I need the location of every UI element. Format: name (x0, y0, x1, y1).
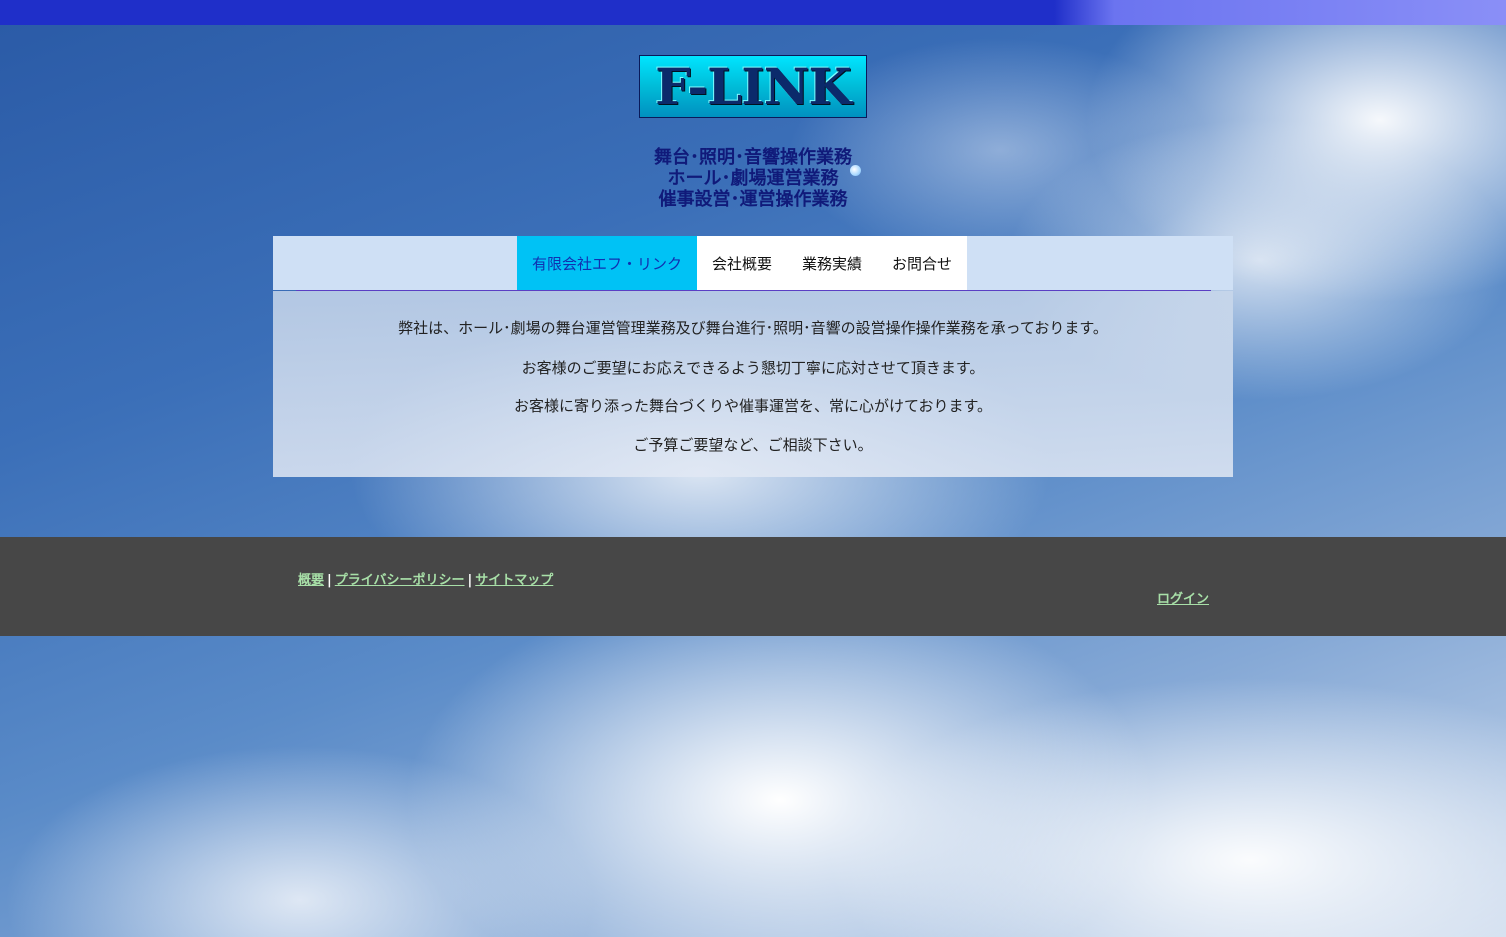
nav-bar: 有限会社エフ・リンク 会社概要 業務実績 お問合せ (273, 236, 1233, 290)
content-paragraph: 弊社は、ホール･劇場の舞台運営管理業務及び舞台進行･照明･音響の設営操作操作業務… (398, 319, 1108, 337)
footer-link-privacy[interactable]: プライバシーポリシー (335, 573, 465, 588)
login-link[interactable]: ログイン (1157, 588, 1209, 607)
nav-item-works[interactable]: 業務実績 (787, 236, 877, 290)
content-paragraph: お客様のご要望にお応えできるよう懇切丁寧に応対させて頂きます。 (521, 359, 985, 377)
content-paragraph: ご予算ご要望など、ご相談下さい。 (633, 436, 873, 454)
tagline-line: 催事設営･運営操作業務 (658, 189, 848, 210)
nav-item-home[interactable]: 有限会社エフ・リンク (517, 236, 698, 290)
footer-separator: | (327, 573, 332, 588)
footer-link-overview[interactable]: 概要 (298, 573, 324, 588)
footer-separator: | (467, 573, 473, 588)
content-panel: 弊社は、ホール･劇場の舞台運営管理業務及び舞台進行･照明･音響の設営操作操作業務… (273, 291, 1233, 477)
main-menu: 有限会社エフ・リンク 会社概要 業務実績 お問合せ (517, 236, 968, 290)
logo-text: F-LINK (655, 56, 852, 116)
tagline-line: ホール･劇場運営業務 (667, 168, 839, 189)
nav-item-contact[interactable]: お問合せ (877, 236, 967, 290)
nav-item-company[interactable]: 会社概要 (697, 236, 787, 290)
tagline-line: 舞台･照明･音響操作業務 (654, 147, 852, 168)
footer-links: 概要 | プライバシーポリシー | サイトマップ (298, 569, 553, 588)
tagline: 舞台･照明･音響操作業務 ホール･劇場運営業務 催事設営･運営操作業務 (553, 147, 953, 210)
main-container: 有限会社エフ・リンク 会社概要 業務実績 お問合せ 弊社は、ホール･劇場の舞台運… (273, 236, 1233, 477)
site-logo[interactable]: F-LINK (639, 55, 867, 118)
footer-link-sitemap[interactable]: サイトマップ (475, 573, 553, 588)
decorative-dot (850, 165, 861, 176)
top-bar (0, 0, 1506, 25)
footer: 概要 | プライバシーポリシー | サイトマップ ログイン (0, 537, 1506, 636)
content-paragraph: お客様に寄り添った舞台づくりや催事運営を、常に心がけております。 (513, 397, 993, 415)
